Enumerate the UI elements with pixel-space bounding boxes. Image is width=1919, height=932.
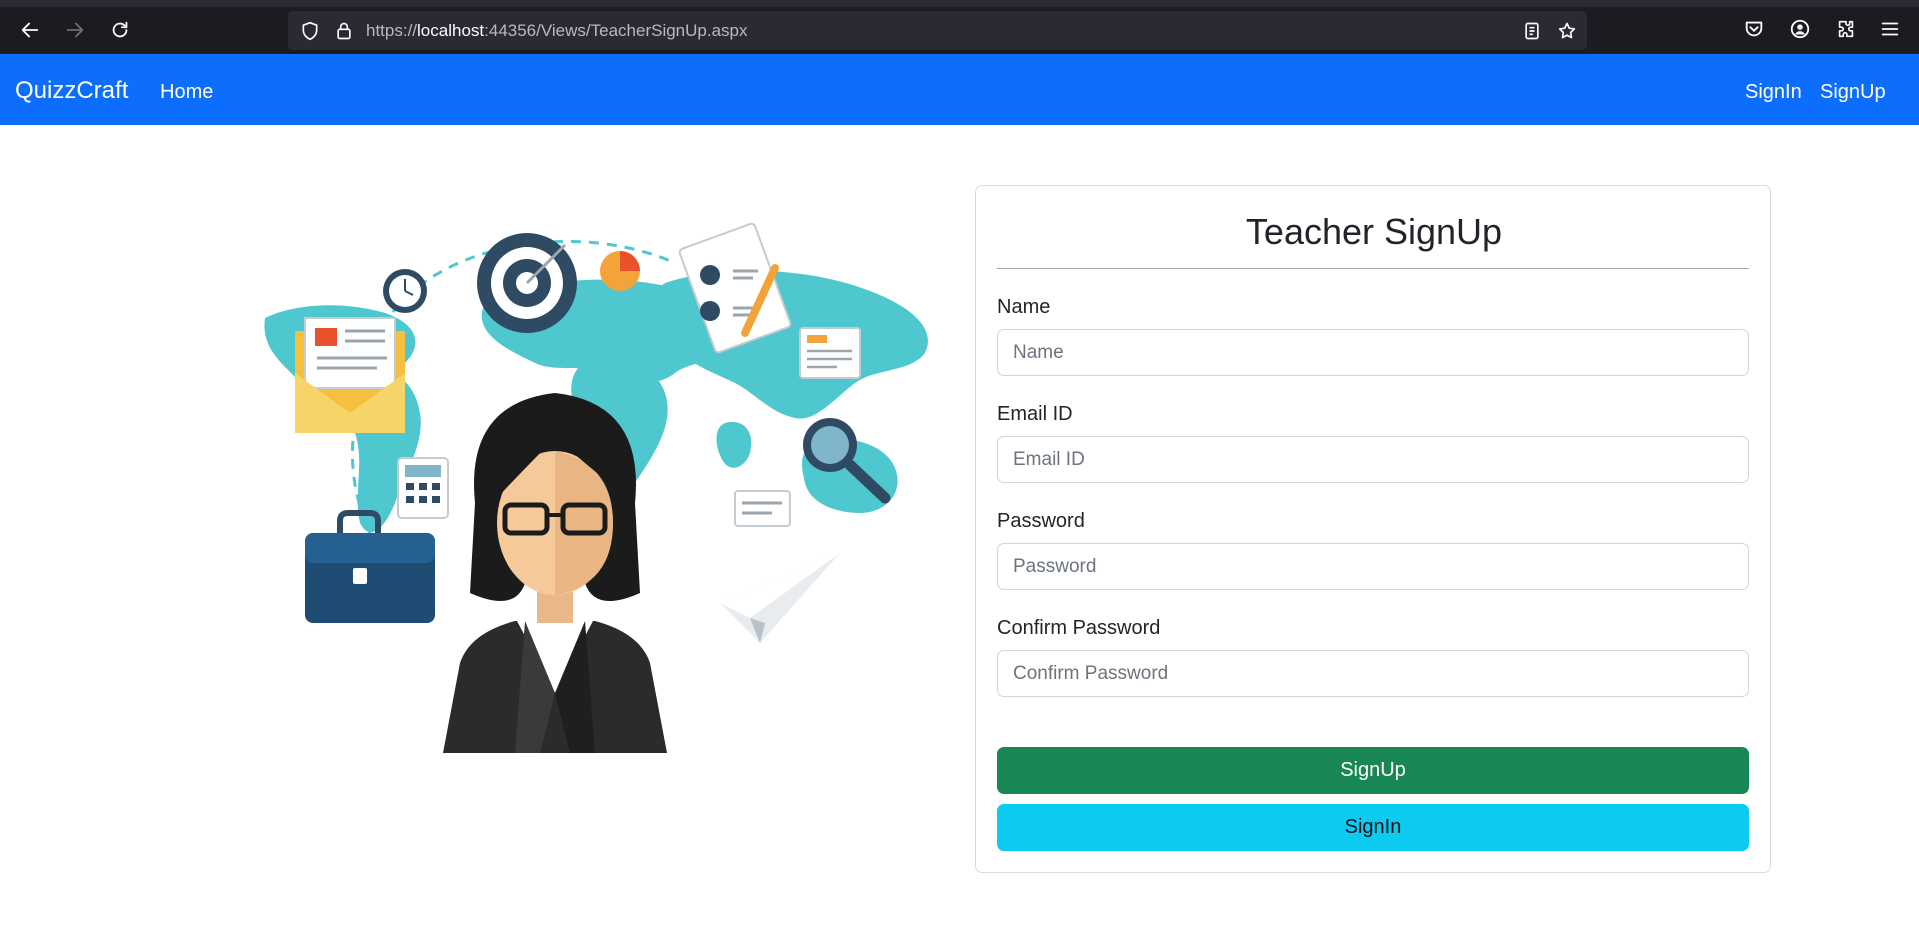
name-label: Name (997, 296, 1051, 318)
reload-icon (112, 21, 128, 38)
pie-chart-icon (600, 251, 640, 291)
email-label: Email ID (997, 403, 1073, 425)
url-path: :44356/Views/TeacherSignUp.aspx (484, 21, 748, 40)
url-scheme: https:// (366, 21, 418, 40)
url-text[interactable]: https://localhost:44356/Views/TeacherSig… (366, 21, 748, 41)
back-button[interactable] (14, 14, 46, 46)
nav-signup-link[interactable]: SignUp (1820, 81, 1886, 104)
shield-icon[interactable] (298, 19, 322, 43)
reader-view-icon[interactable] (1520, 19, 1544, 43)
app-navbar: QuizzCraft Home SignIn SignUp (0, 54, 1919, 125)
nav-signin-link[interactable]: SignIn (1745, 81, 1802, 104)
clock-icon (383, 269, 427, 313)
bookmark-star-icon[interactable] (1555, 19, 1579, 43)
target-icon (477, 233, 577, 333)
signup-card: Teacher SignUp Name Name Email ID Email … (975, 185, 1771, 873)
menu-hamburger-icon[interactable] (1876, 15, 1904, 43)
lock-icon[interactable] (332, 19, 356, 43)
url-host: localhost (417, 21, 485, 40)
signin-button[interactable]: SignIn (997, 804, 1749, 851)
account-icon[interactable] (1786, 15, 1814, 43)
password-label: Password (997, 510, 1085, 532)
brand-link[interactable]: QuizzCraft (15, 77, 128, 105)
card-title: Teacher SignUp (1245, 211, 1503, 252)
teacher-illustration (264, 223, 928, 753)
email-input[interactable]: Email ID (997, 436, 1749, 483)
pocket-icon[interactable] (1740, 15, 1768, 43)
forward-arrow-icon (66, 22, 84, 38)
nav-home-link[interactable]: Home (160, 81, 213, 104)
name-placeholder: Name (1013, 342, 1064, 363)
message-icon (734, 490, 791, 527)
extensions-icon[interactable] (1832, 15, 1860, 43)
address-bar[interactable]: https://localhost:44356/Views/TeacherSig… (288, 11, 1587, 50)
reload-button[interactable] (104, 14, 136, 46)
tab-strip (0, 0, 1919, 7)
email-placeholder: Email ID (1013, 449, 1085, 470)
back-arrow-icon (21, 22, 39, 38)
confirm-password-placeholder: Confirm Password (1013, 663, 1169, 684)
signup-button[interactable]: SignUp (997, 747, 1749, 794)
browser-toolbar: https://localhost:44356/Views/TeacherSig… (0, 0, 1919, 54)
forward-button[interactable] (59, 14, 91, 46)
newspaper-icon (799, 327, 861, 379)
envelope-icon (295, 317, 405, 433)
confirm-password-label: Confirm Password (997, 617, 1161, 639)
password-input[interactable]: Password (997, 543, 1749, 590)
name-input[interactable]: Name (997, 329, 1749, 376)
confirm-password-input[interactable]: Confirm Password (997, 650, 1749, 697)
title-divider (997, 268, 1749, 269)
calculator-icon (397, 457, 449, 519)
paper-plane-icon (720, 553, 840, 643)
password-placeholder: Password (1013, 556, 1097, 577)
